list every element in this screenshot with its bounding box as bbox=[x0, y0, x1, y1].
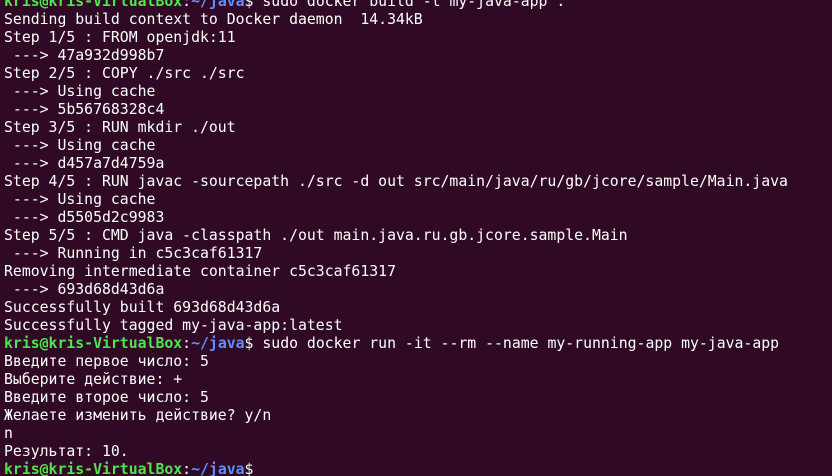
prompt-path: ~/java bbox=[191, 461, 245, 476]
output-line: Step 1/5 : FROM openjdk:11 bbox=[4, 29, 236, 46]
prompt-separator: : bbox=[182, 461, 192, 476]
terminal-output: kris@kris-VirtualBox:~/java$ sudo docker… bbox=[4, 0, 832, 476]
prompt-separator: : bbox=[182, 0, 192, 10]
prompt-line: kris@kris-VirtualBox:~/java$ sudo docker… bbox=[4, 0, 832, 11]
output-line: ---> d5505d2c9983 bbox=[4, 209, 165, 226]
prompt-user: kris@kris-VirtualBox bbox=[4, 335, 183, 352]
output-line: ---> Running in c5c3caf61317 bbox=[4, 245, 263, 262]
prompt-user: kris@kris-VirtualBox bbox=[4, 0, 183, 10]
output-line: Желаете изменить действие? y/n bbox=[4, 407, 272, 424]
terminal-window[interactable]: kris@kris-VirtualBox:~/java$ sudo docker… bbox=[0, 0, 832, 476]
output-line: Removing intermediate container c5c3caf6… bbox=[4, 263, 396, 280]
output-line: Successfully built 693d68d43d6a bbox=[4, 299, 281, 316]
prompt-separator: : bbox=[182, 335, 192, 352]
command-text: sudo docker run -it --rm --name my-runni… bbox=[253, 335, 780, 352]
output-line: ---> 47a932d998b7 bbox=[4, 47, 165, 64]
output-line: Выберите действие: + bbox=[4, 371, 183, 388]
output-line: Введите первое число: 5 bbox=[4, 353, 209, 370]
prompt-char: $ bbox=[244, 461, 254, 476]
prompt-line: kris@kris-VirtualBox:~/java$ sudo docker… bbox=[4, 335, 832, 353]
prompt-user: kris@kris-VirtualBox bbox=[4, 461, 183, 476]
output-line: Step 2/5 : COPY ./src ./src bbox=[4, 65, 245, 82]
prompt-path: ~/java bbox=[191, 0, 245, 10]
output-line: Step 4/5 : RUN javac -sourcepath ./src -… bbox=[4, 173, 788, 190]
output-line: Введите второе число: 5 bbox=[4, 389, 209, 406]
output-line: ---> Using cache bbox=[4, 191, 156, 208]
output-line: Successfully tagged my-java-app:latest bbox=[4, 317, 343, 334]
command-text: sudo docker build -t my-java-app . bbox=[253, 0, 566, 10]
prompt-line: kris@kris-VirtualBox:~/java$ bbox=[4, 461, 832, 476]
output-line: Step 5/5 : CMD java -classpath ./out mai… bbox=[4, 227, 628, 244]
output-line: ---> d457a7d4759a bbox=[4, 155, 165, 172]
output-line: ---> Using cache bbox=[4, 83, 156, 100]
output-line: ---> 5b56768328c4 bbox=[4, 101, 165, 118]
prompt-path: ~/java bbox=[191, 335, 245, 352]
output-line: Sending build context to Docker daemon 1… bbox=[4, 11, 423, 28]
output-line: Step 3/5 : RUN mkdir ./out bbox=[4, 119, 236, 136]
output-line: ---> 693d68d43d6a bbox=[4, 281, 165, 298]
output-line: n bbox=[4, 425, 13, 442]
output-line: Результат: 10. bbox=[4, 443, 129, 460]
output-line: ---> Using cache bbox=[4, 137, 156, 154]
